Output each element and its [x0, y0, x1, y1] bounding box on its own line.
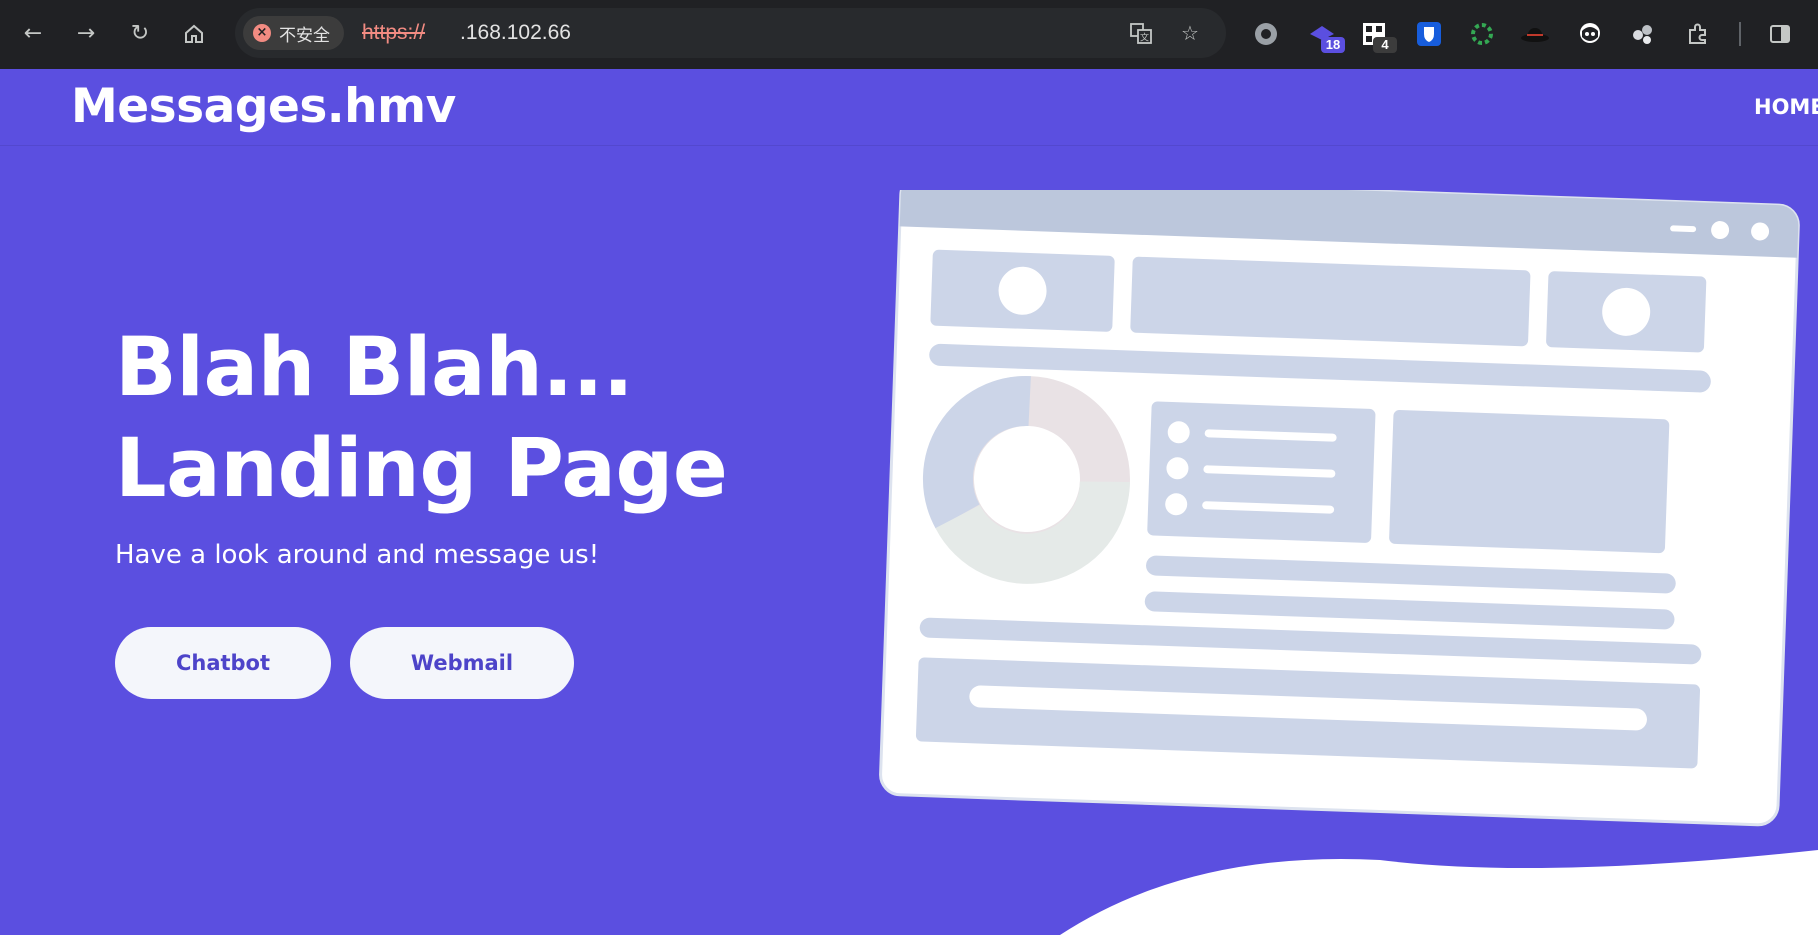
- nav-home-link[interactable]: HOME: [1754, 95, 1818, 119]
- url-text[interactable]: https:// .168.102.66: [362, 8, 571, 58]
- sparkle-icon[interactable]: [1626, 17, 1660, 51]
- site-brand[interactable]: Messages.hmv: [71, 79, 456, 134]
- wave-shape: [1060, 850, 1818, 935]
- fedora-icon[interactable]: [1518, 17, 1552, 51]
- url-scheme: https://: [362, 21, 426, 44]
- site-navbar: Messages.hmv HOME: [0, 69, 1818, 146]
- record-icon[interactable]: [1249, 17, 1283, 51]
- hat-badge: 18: [1321, 37, 1345, 53]
- hero-title-line1: Blah Blah...: [115, 321, 634, 415]
- gear-icon[interactable]: [1465, 17, 1499, 51]
- side-panel-icon[interactable]: [1763, 17, 1797, 51]
- webmail-button[interactable]: Webmail: [350, 627, 574, 699]
- bitwarden-icon[interactable]: [1412, 17, 1446, 51]
- forward-arrow-icon[interactable]: →: [69, 17, 103, 51]
- hero-title: Blah Blah... Landing Page: [115, 318, 728, 520]
- extensions-puzzle-icon[interactable]: [1681, 17, 1715, 51]
- address-bar[interactable]: × 不安全 https:// .168.102.66 文 ☆: [235, 8, 1226, 58]
- hero-title-line2: Landing Page: [115, 422, 728, 516]
- hacker-icon[interactable]: [1573, 17, 1607, 51]
- url-host: .168.102.66: [425, 21, 571, 44]
- dashboard-illustration: [879, 190, 1818, 935]
- back-arrow-icon[interactable]: ←: [16, 17, 50, 51]
- not-secure-icon: ×: [253, 24, 271, 42]
- security-chip[interactable]: × 不安全: [243, 16, 344, 50]
- chatbot-button[interactable]: Chatbot: [115, 627, 331, 699]
- qr-badge: 4: [1373, 37, 1397, 53]
- home-icon[interactable]: [177, 17, 211, 51]
- hero-subtitle: Have a look around and message us!: [115, 540, 600, 570]
- toolbar-divider: [1739, 22, 1741, 46]
- security-label: 不安全: [279, 25, 330, 46]
- svg-text:文: 文: [1140, 32, 1149, 44]
- browser-window-illustration: [879, 190, 1800, 827]
- qr-icon[interactable]: 4: [1357, 17, 1397, 53]
- reload-icon[interactable]: ↻: [123, 17, 157, 51]
- translate-icon[interactable]: 文: [1127, 19, 1155, 47]
- bookmark-star-icon[interactable]: ☆: [1176, 19, 1204, 47]
- browser-toolbar: ← → ↻ × 不安全 https:// .168.102.66 文 ☆ 18 …: [0, 0, 1818, 69]
- hat-icon[interactable]: 18: [1305, 17, 1345, 53]
